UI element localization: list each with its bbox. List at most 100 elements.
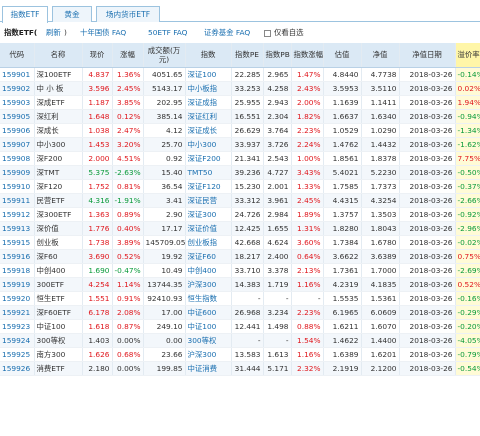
col-header-amount[interactable]: 成交额(万元) [143,43,186,68]
faq-link-treasury[interactable]: 十年国债 FAQ [80,27,126,39]
fund-code-link[interactable]: 159918 [0,263,35,278]
price-cell: 1.187 [82,95,113,110]
index-pe-cell: 33.253 [231,81,264,96]
change-cell: 0.12% [112,109,144,124]
index-name-link[interactable]: 300等权 [185,333,232,348]
table-row[interactable]: 159920 恒生ETF 1.551 0.91% 92410.93 恒生指数 - - -1.55… [0,291,480,306]
col-header-index-pe[interactable]: 指数PE [231,43,264,68]
index-pe-cell: 31.444 [231,361,264,376]
col-header-code[interactable]: 代码 [0,43,35,68]
premium-cell: 0.75% [455,249,480,264]
index-name-link[interactable]: 沪深300 [185,347,232,362]
premium-cell: -0.79% [455,347,480,362]
refresh-link[interactable]: 刷新 [46,27,61,39]
table-row[interactable]: 159903 深成ETF 1.187 3.85% 202.95 深证成指 25.955 2.9… [0,95,480,110]
index-name-link[interactable]: 深证F120 [185,179,232,194]
table-row[interactable]: 159915 创业板 1.738 3.89% 145709.05 创业板指 42.668 4.… [0,235,480,250]
col-header-index-change[interactable]: 指数涨幅 [291,43,324,68]
table-row[interactable]: 159912 深300ETF 1.363 0.89% 2.90 深证300 24.726 2.… [0,207,480,222]
table-row[interactable]: 159913 深价值 1.776 0.40% 17.17 深证价值 12.425 1.655 1… [0,221,480,236]
fund-code-link[interactable]: 159926 [0,361,35,376]
table-row[interactable]: 159926 消费ETF 2.180 0.00% 199.85 中证消费 31.444 5.1… [0,361,480,376]
index-name-link[interactable]: 深证F60 [185,249,232,264]
table-row[interactable]: 159908 深F200 2.000 4.51% 0.92 深证F200 21.341 2.5… [0,151,480,166]
faq-link-fund[interactable]: 证券基金 FAQ [204,27,250,39]
fund-code-link[interactable]: 159909 [0,165,35,180]
fund-code-link[interactable]: 159902 [0,81,35,96]
table-row[interactable]: 159919 300ETF 4.254 1.14% 13744.35 沪深300 14.38… [0,277,480,292]
table-row[interactable]: 159921 深F60ETF 6.178 2.08% 17.00 中证600 26.968 3… [0,305,480,320]
index-name-link[interactable]: 深证100 [185,67,232,82]
index-pb-cell: - [263,291,292,306]
price-cell: 1.551 [82,291,113,306]
index-name-link[interactable]: TMT50 [185,165,232,180]
fund-code-link[interactable]: 159925 [0,347,35,362]
col-header-nav-date[interactable]: 净值日期 [399,43,456,68]
table-row[interactable]: 159909 深TMT 5.375 -2.63% 15.40 TMT50 39.236 4.7… [0,165,480,180]
fund-code-link[interactable]: 159919 [0,277,35,292]
index-name-link[interactable]: 深证F200 [185,151,232,166]
index-name-link[interactable]: 沪深300 [185,277,232,292]
index-name-link[interactable]: 深证300 [185,207,232,222]
fund-code-link[interactable]: 159924 [0,333,35,348]
table-row[interactable]: 159902 中 小 板 3.596 2.45% 5143.17 中小板指 33.253 4.… [0,81,480,96]
amount-cell: 15.40 [143,165,186,180]
index-name-link[interactable]: 恒生指数 [185,291,232,306]
fund-code-link[interactable]: 159923 [0,319,35,334]
col-header-index-pb[interactable]: 指数PB [263,43,292,68]
table-row[interactable]: 159925 南方300 1.626 0.68% 23.66 沪深300 13.583 1.6… [0,347,480,362]
faq-link-50etf[interactable]: 50ETF FAQ [148,27,188,39]
table-row[interactable]: 159907 中小300 1.453 3.20% 25.70 中小300 33.937 3.7… [0,137,480,152]
table-row[interactable]: 159905 深红利 1.648 0.12% 385.14 深证红利 16.551 2.304… [0,109,480,124]
index-name-link[interactable]: 中证600 [185,305,232,320]
index-pb-cell: 4.727 [263,165,292,180]
fund-code-link[interactable]: 159901 [0,67,35,82]
fund-code-link[interactable]: 159915 [0,235,35,250]
index-name-link[interactable]: 中小板指 [185,81,232,96]
fund-code-link[interactable]: 159921 [0,305,35,320]
fund-code-link[interactable]: 159905 [0,109,35,124]
index-name-link[interactable]: 深证成指 [185,95,232,110]
col-header-premium[interactable]: 溢价率 [455,43,480,68]
col-header-name[interactable]: 名称 [34,43,83,68]
table-row[interactable]: 159911 民营ETF 4.316 -1.91% 3.41 深证民营 33.312 3.96… [0,193,480,208]
index-name-link[interactable]: 中证消费 [185,361,232,376]
col-header-price[interactable]: 现价 [82,43,113,68]
index-name-link[interactable]: 深证红利 [185,109,232,124]
table-row[interactable]: 159906 深成长 1.038 2.47% 4.12 深证成长 26.629 3.764 2.… [0,123,480,138]
fund-code-link[interactable]: 159916 [0,249,35,264]
estimate-cell: 1.4762 [323,137,362,152]
tab-bar: 指数ETF 黄金ETF 场内货币ETF [0,0,480,34]
fund-code-link[interactable]: 159910 [0,179,35,194]
index-name-link[interactable]: 创业板指 [185,235,232,250]
tab-gold-etf[interactable]: 黄金ETF [52,6,92,34]
fund-code-link[interactable]: 159908 [0,151,35,166]
index-name-link[interactable]: 中创400 [185,263,232,278]
table-row[interactable]: 159916 深F60 3.690 0.52% 19.92 深证F60 18.217 2.40… [0,249,480,264]
fund-code-link[interactable]: 159903 [0,95,35,110]
tab-money-etf[interactable]: 场内货币ETF [96,6,160,22]
table-row[interactable]: 159910 深F120 1.752 0.81% 36.54 深证F120 15.230 2.… [0,179,480,194]
watchlist-only-checkbox[interactable] [264,30,271,37]
table-row[interactable]: 159924 300等权 1.403 0.00% 0.00 300等权 - -1.54% 1.4… [0,333,480,348]
col-header-change[interactable]: 涨幅 [112,43,144,68]
table-row[interactable]: 159923 中证100 1.618 0.87% 249.10 中证100 12.441 1.… [0,319,480,334]
table-row[interactable]: 159918 中创400 1.690 -0.47% 10.49 中创400 33.710 3.… [0,263,480,278]
index-name-link[interactable]: 中小300 [185,137,232,152]
fund-code-link[interactable]: 159913 [0,221,35,236]
col-header-index[interactable]: 指数 [185,43,232,68]
fund-code-link[interactable]: 159912 [0,207,35,222]
fund-code-link[interactable]: 159906 [0,123,35,138]
index-name-link[interactable]: 深证成长 [185,123,232,138]
fund-code-link[interactable]: 159907 [0,137,35,152]
premium-cell: -1.62% [455,137,480,152]
index-name-link[interactable]: 中证100 [185,319,232,334]
index-name-link[interactable]: 深证价值 [185,221,232,236]
fund-code-link[interactable]: 159911 [0,193,35,208]
fund-code-link[interactable]: 159920 [0,291,35,306]
tab-index-etf[interactable]: 指数ETF [2,6,48,23]
index-name-link[interactable]: 深证民营 [185,193,232,208]
col-header-estimate[interactable]: 估值 [323,43,362,68]
col-header-nav[interactable]: 净值 [361,43,400,68]
table-row[interactable]: 159901 深100ETF 4.837 1.36% 4051.65 深证100 22.28… [0,67,480,82]
